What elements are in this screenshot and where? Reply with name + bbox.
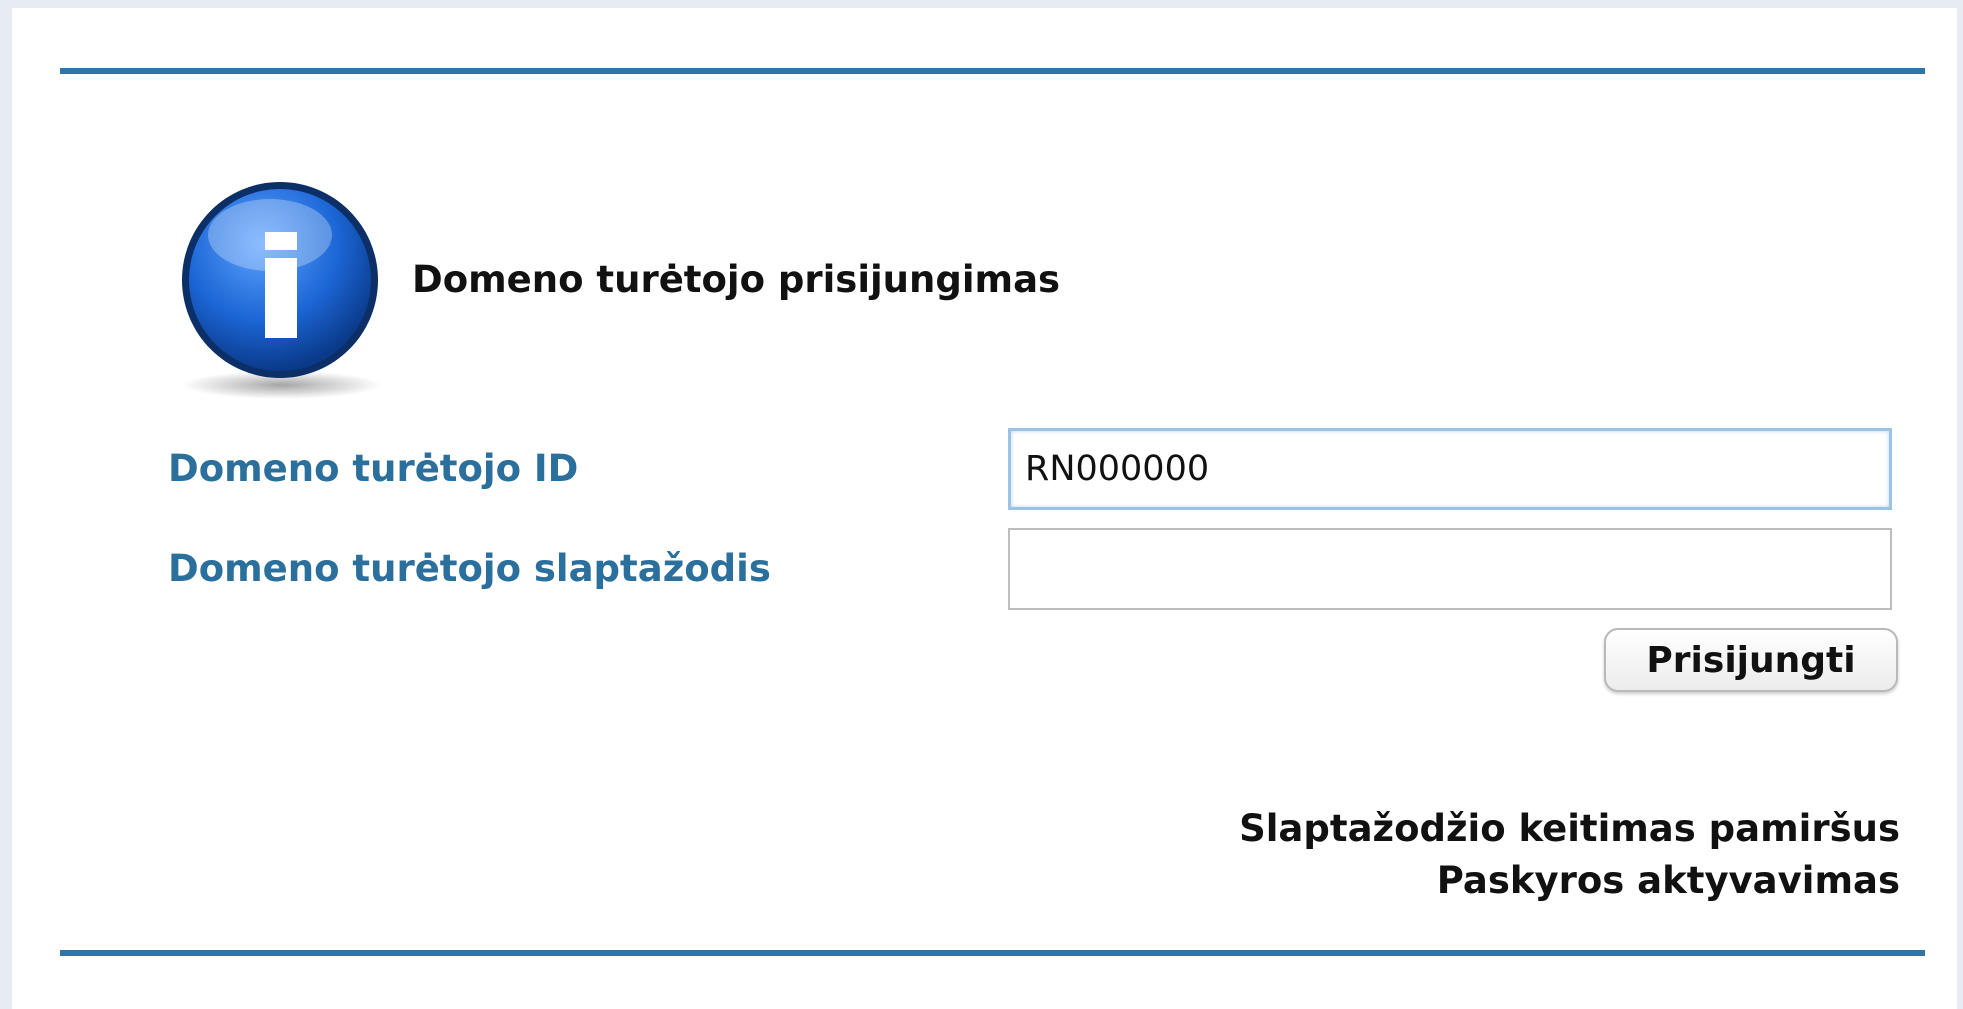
holder-password-input[interactable] (1008, 528, 1892, 610)
holder-password-label: Domeno turėtojo slaptažodis (168, 547, 771, 590)
activate-account-link[interactable]: Paskyros aktyvavimas (1239, 855, 1900, 907)
top-divider (60, 68, 1925, 74)
login-page: Domeno turėtojo prisijungimas Domeno tur… (0, 0, 1963, 1009)
page-title: Domeno turėtojo prisijungimas (412, 258, 1061, 301)
bottom-divider (60, 950, 1925, 956)
info-icon (170, 180, 390, 410)
holder-id-label: Domeno turėtojo ID (168, 447, 579, 490)
login-button[interactable]: Prisijungti (1604, 628, 1898, 692)
forgot-password-link[interactable]: Slaptažodžio keitimas pamiršus (1239, 803, 1900, 855)
holder-id-input[interactable] (1008, 428, 1892, 510)
help-links: Slaptažodžio keitimas pamiršus Paskyros … (1239, 803, 1900, 907)
